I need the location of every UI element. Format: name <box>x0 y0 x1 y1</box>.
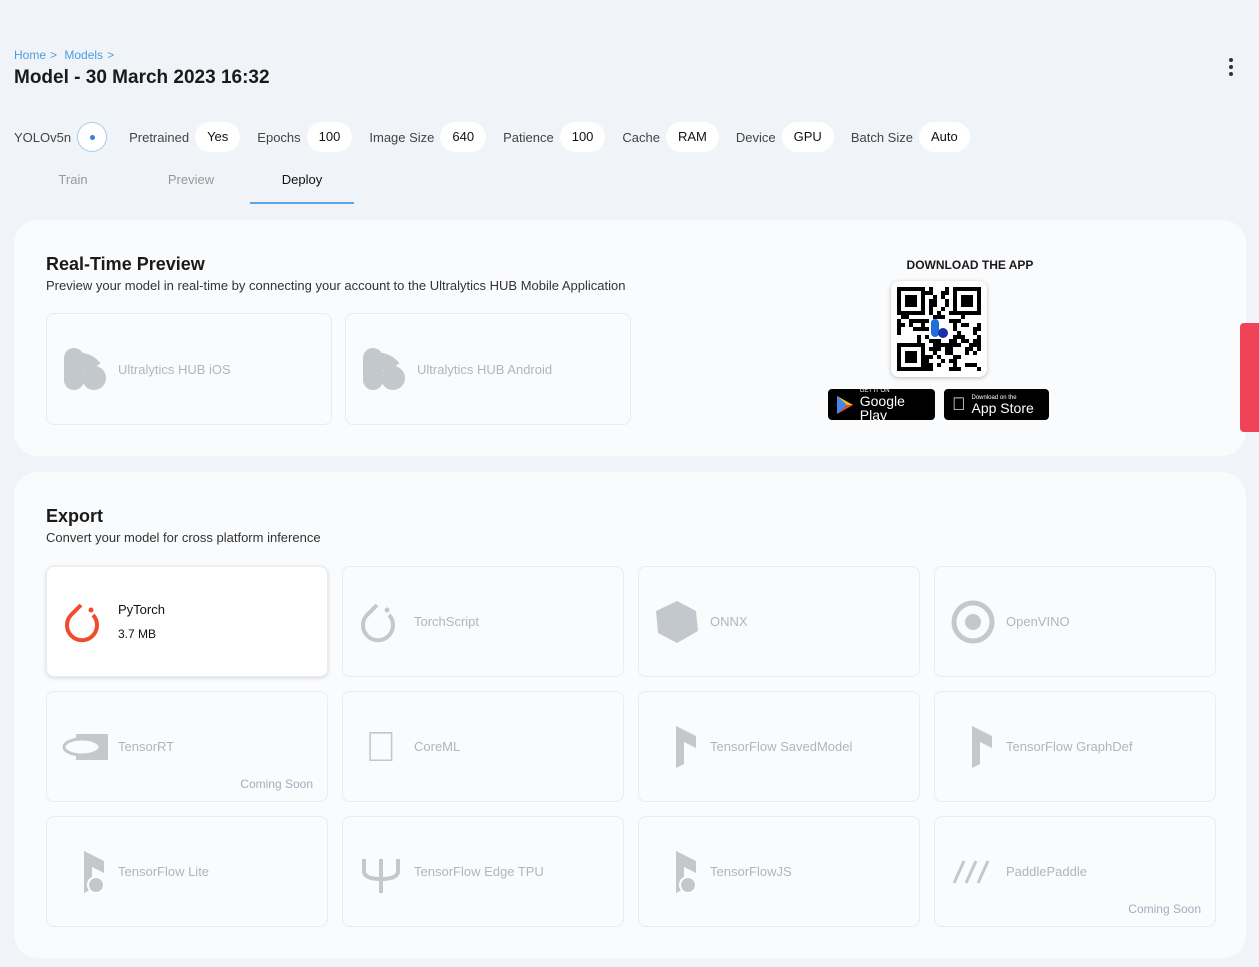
format-name: TensorRT <box>118 739 175 754</box>
torchscript-icon <box>358 599 404 645</box>
export-format-tensorflow-lite[interactable]: TensorFlow Lite <box>46 816 328 927</box>
edge-tpu-icon <box>358 849 404 895</box>
model-params: YOLOv5n Pretrained Yes Epochs 100 Image Size… <box>14 122 987 152</box>
export-format-coreml[interactable]:  CoreML <box>342 691 624 802</box>
nvidia-icon <box>62 724 108 770</box>
param-value: Auto <box>918 122 970 152</box>
app-ios[interactable]: Ultralytics HUB iOS <box>46 313 332 425</box>
app-label: Ultralytics HUB Android <box>417 361 553 377</box>
paddlepaddle-icon <box>950 849 996 895</box>
tab-deploy[interactable]: Deploy <box>250 164 354 204</box>
realtime-title: Real-Time Preview <box>46 254 205 274</box>
google-play-button[interactable]: GET IT ON Google Play <box>828 388 935 422</box>
format-name: TensorFlow SavedModel <box>710 739 853 754</box>
export-format-tensorflowjs[interactable]: TensorFlowJS <box>638 816 920 927</box>
export-format-tensorflow-savedmodel[interactable]: TensorFlow SavedModel <box>638 691 920 802</box>
export-format-tensorflow-edge-tpu[interactable]: TensorFlow Edge TPU <box>342 816 624 927</box>
breadcrumb: Home > Models > <box>14 48 115 62</box>
tab-train[interactable]: Train <box>14 164 132 204</box>
format-name: TensorFlow Edge TPU <box>414 864 544 879</box>
param-label: Patience <box>503 129 554 145</box>
format-size: 3.7 MB <box>118 627 157 641</box>
param-label: Epochs <box>257 129 301 145</box>
tab-preview[interactable]: Preview <box>132 164 250 204</box>
format-name: TensorFlowJS <box>710 864 792 879</box>
google-play-icon <box>837 395 853 414</box>
feedback-tab[interactable] <box>1240 323 1259 432</box>
format-name: TensorFlow GraphDef <box>1006 739 1133 754</box>
param-value: 100 <box>306 122 353 152</box>
param-value: Yes <box>195 122 241 152</box>
format-name: PaddlePaddle <box>1006 864 1087 879</box>
export-title: Export <box>46 506 104 526</box>
breadcrumb-models[interactable]: Models <box>64 48 103 62</box>
param-label: Image Size <box>369 129 435 145</box>
ultralytics-hub-icon <box>62 346 108 392</box>
more-options-icon[interactable] <box>1226 58 1236 76</box>
export-format-onnx[interactable]: ONNX <box>638 566 920 677</box>
export-subtitle: Convert your model for cross platform in… <box>46 530 321 545</box>
format-name: TensorFlow Lite <box>118 864 210 879</box>
param-value: 640 <box>440 122 487 152</box>
param-value: RAM <box>666 122 719 152</box>
openvino-icon <box>950 599 996 645</box>
export-format-torchscript[interactable]: TorchScript <box>342 566 624 677</box>
realtime-preview-card: Real-Time Preview Preview your model in … <box>14 220 1246 456</box>
export-format-openvino[interactable]: OpenVINO <box>934 566 1216 677</box>
qr-code <box>891 281 987 377</box>
tabs: Train Preview Deploy <box>14 164 354 204</box>
param-label: Cache <box>622 129 660 145</box>
param-label: Pretrained <box>129 129 190 145</box>
param-label: Batch Size <box>850 129 913 145</box>
apple-icon:  <box>952 394 966 415</box>
tensorflow-icon <box>654 724 700 770</box>
format-name: OpenVINO <box>1006 614 1070 629</box>
param-value: 100 <box>559 122 606 152</box>
app-android[interactable]: Ultralytics HUB Android <box>345 313 631 425</box>
export-card: Export Convert your model for cross plat… <box>14 472 1246 958</box>
tensorflow-lite-icon <box>62 849 108 895</box>
page-title: Model - 30 March 2023 16:32 <box>14 67 270 88</box>
pytorch-icon <box>62 599 108 645</box>
format-name: CoreML <box>414 739 461 754</box>
download-app-label: DOWNLOAD THE APP <box>906 258 1034 272</box>
export-format-tensorflow-graphdef[interactable]: TensorFlow GraphDef <box>934 691 1216 802</box>
app-store-button[interactable]:  Download on theApp Store <box>944 389 1049 420</box>
ultralytics-hub-icon <box>361 346 407 392</box>
coming-soon-label: Coming Soon <box>1128 902 1201 916</box>
export-format-paddlepaddle[interactable]: PaddlePaddle Coming Soon <box>934 816 1216 927</box>
breadcrumb-home[interactable]: Home <box>14 48 46 62</box>
onnx-icon <box>654 599 700 645</box>
format-name: TorchScript <box>414 614 480 629</box>
format-name: PyTorch <box>118 602 165 617</box>
export-format-pytorch[interactable]: PyTorch 3.7 MB <box>46 566 328 677</box>
export-format-tensorrt[interactable]: TensorRT Coming Soon <box>46 691 328 802</box>
coming-soon-label: Coming Soon <box>240 777 313 791</box>
param-label: Device <box>735 129 776 145</box>
app-label: Ultralytics HUB iOS <box>118 361 231 377</box>
tensorflowjs-icon <box>654 849 700 895</box>
model-name: YOLOv5n <box>14 129 72 145</box>
param-value: GPU <box>781 122 834 152</box>
tensorflow-icon <box>950 724 996 770</box>
realtime-subtitle: Preview your model in real-time by conne… <box>46 278 626 293</box>
apple-icon:  <box>358 723 404 770</box>
format-name: ONNX <box>710 614 748 629</box>
model-info-button[interactable] <box>77 122 108 152</box>
